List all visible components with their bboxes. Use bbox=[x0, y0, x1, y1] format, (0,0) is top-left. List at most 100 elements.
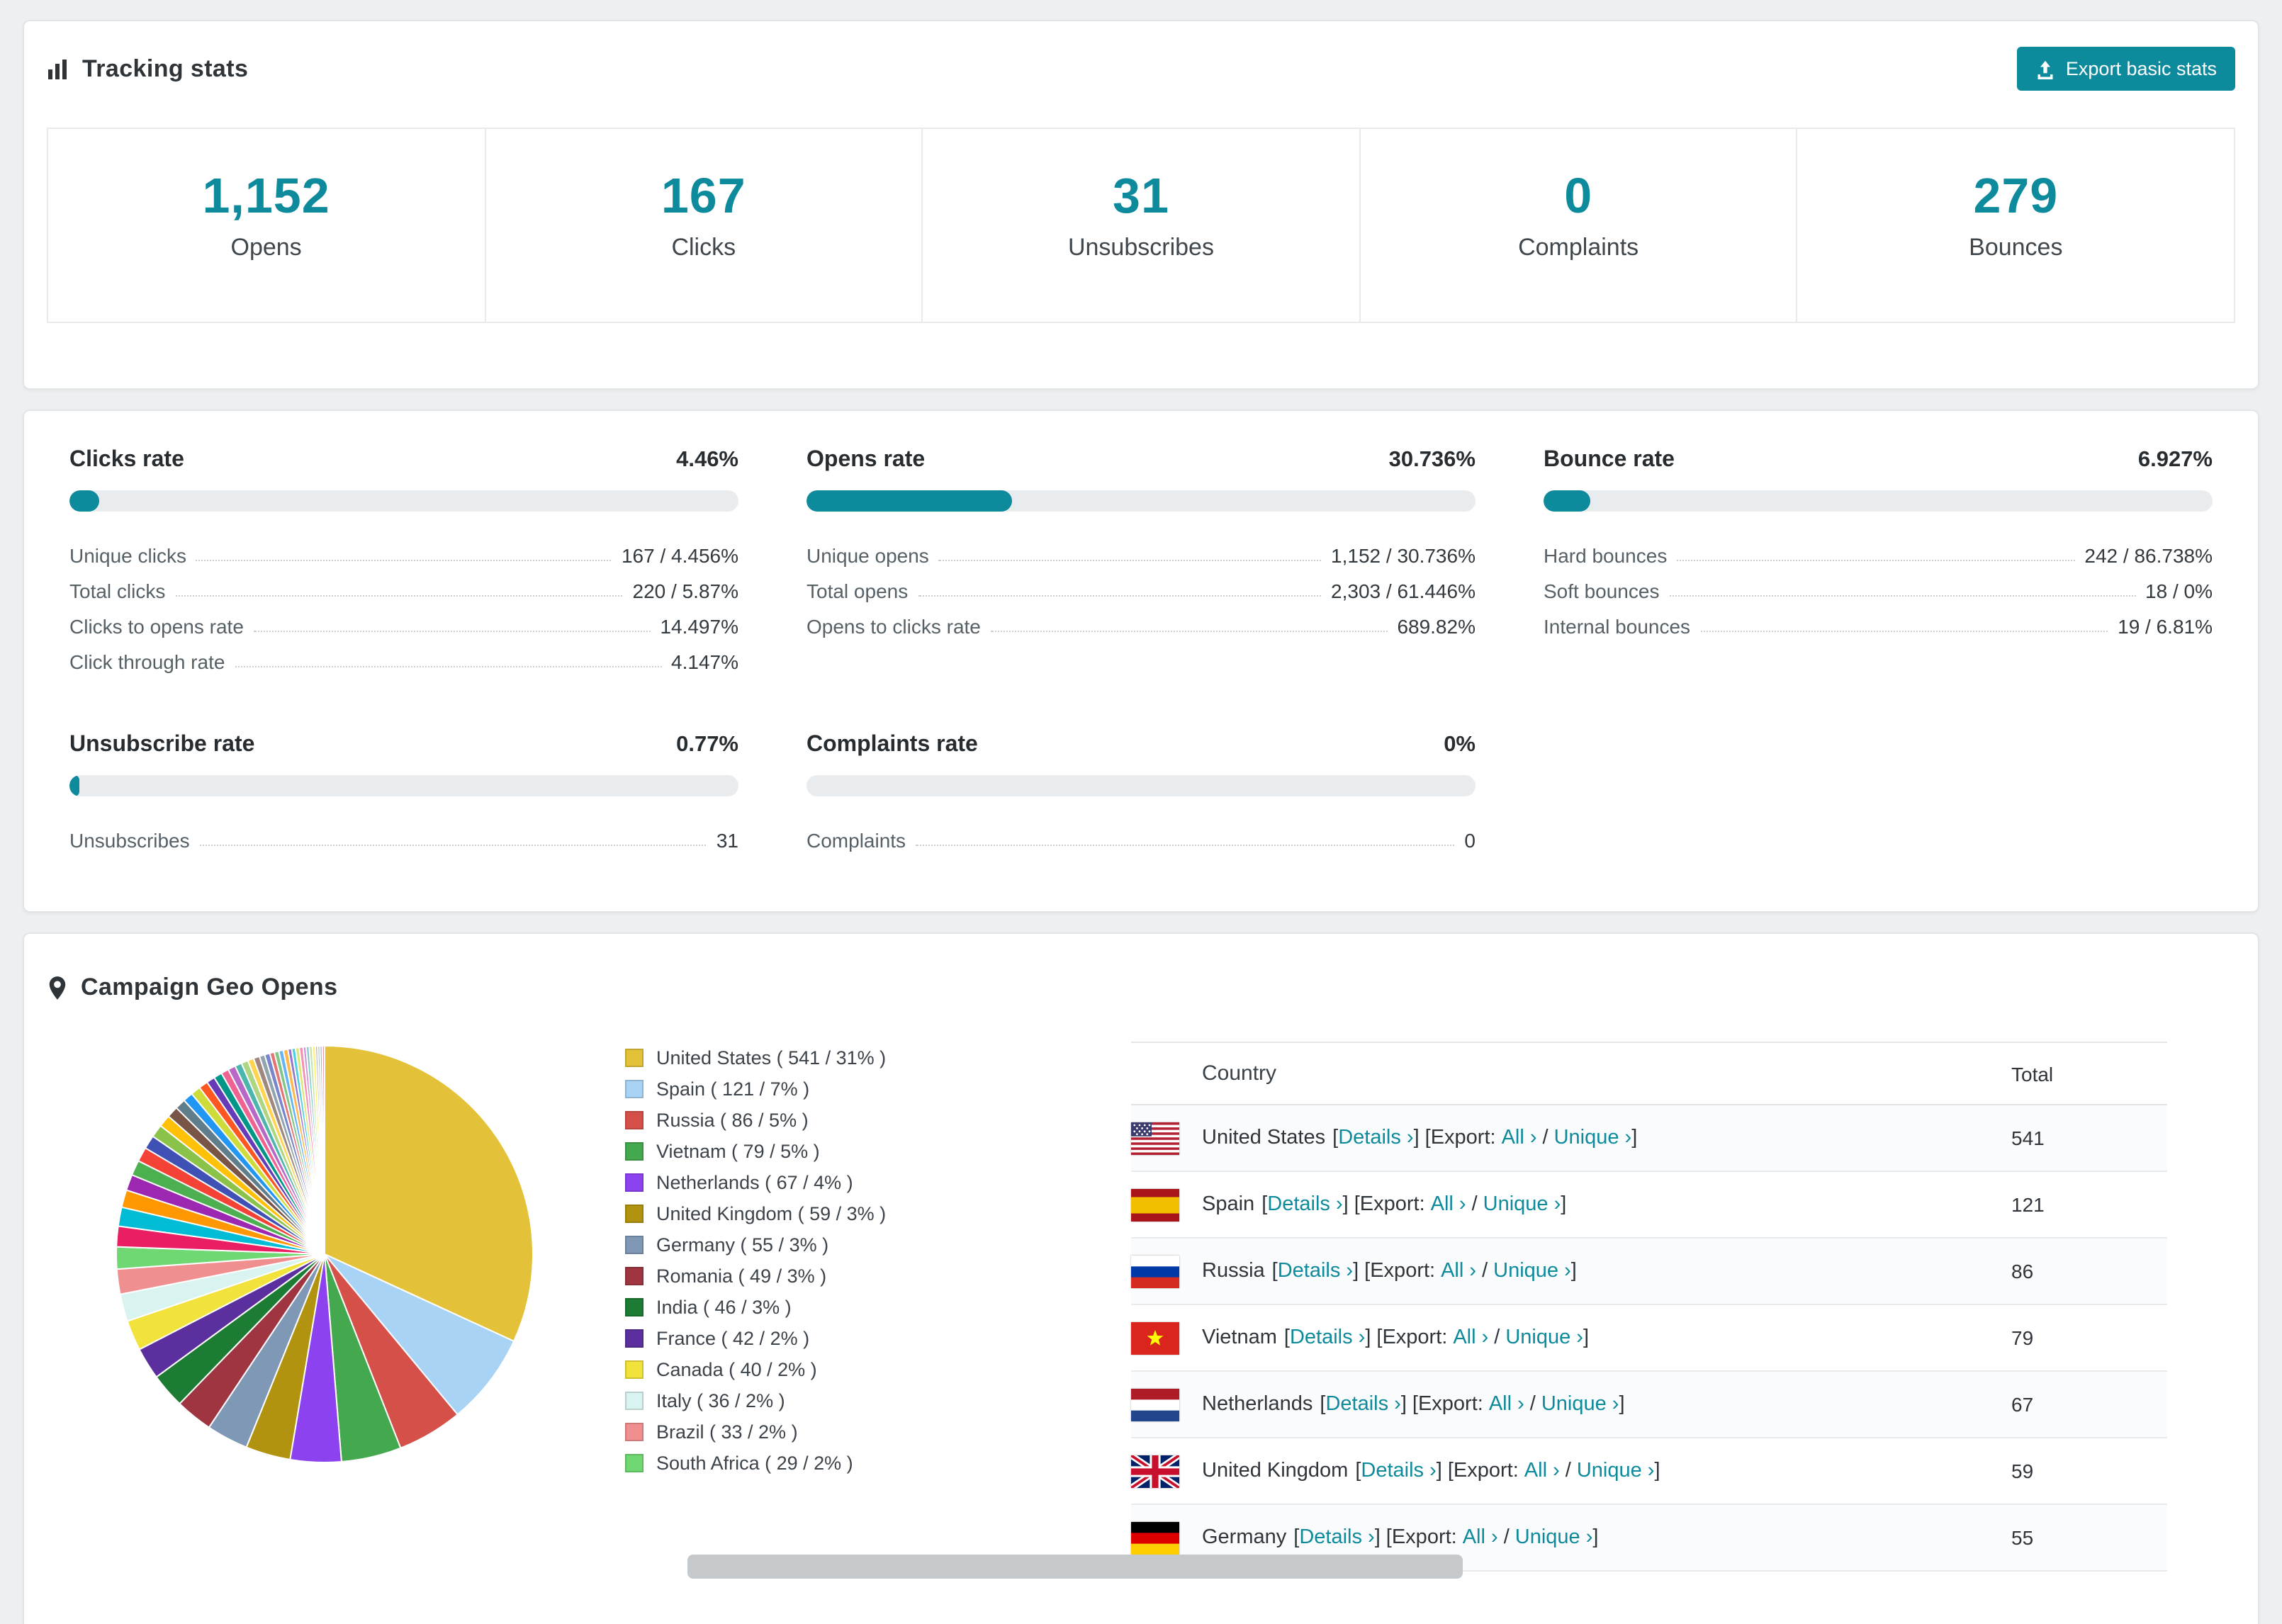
rate-value: 30.736% bbox=[1388, 448, 1476, 472]
rate-progress-track bbox=[69, 490, 738, 512]
rate-progress-track bbox=[1544, 490, 2213, 512]
geo-opens-pie-chart bbox=[116, 1044, 534, 1463]
export-all-link[interactable]: All › bbox=[1453, 1326, 1488, 1349]
export-unique-link[interactable]: Unique › bbox=[1541, 1393, 1619, 1416]
export-unique-link[interactable]: Unique › bbox=[1483, 1193, 1561, 1216]
legend-item[interactable]: United Kingdom ( 59 / 3% ) bbox=[625, 1203, 982, 1224]
country-total: 59 bbox=[2011, 1460, 2034, 1482]
details-link[interactable]: Details › bbox=[1299, 1526, 1374, 1549]
legend-swatch bbox=[625, 1236, 643, 1254]
legend-item[interactable]: Canada ( 40 / 2% ) bbox=[625, 1359, 982, 1380]
legend-item[interactable]: Brazil ( 33 / 2% ) bbox=[625, 1421, 982, 1443]
rate-progress-fill bbox=[1544, 490, 1590, 512]
legend-label: France ( 42 / 2% ) bbox=[656, 1328, 810, 1349]
stat-row-value: 2,303 / 61.446% bbox=[1331, 579, 1476, 602]
legend-swatch bbox=[625, 1454, 643, 1472]
legend-item[interactable]: India ( 46 / 3% ) bbox=[625, 1297, 982, 1318]
details-link[interactable]: Details › bbox=[1290, 1326, 1365, 1349]
country-name: Spain bbox=[1202, 1193, 1255, 1216]
country-cell: Netherlands [Details ›] [Export: All › / Uniq… bbox=[1202, 1393, 2011, 1416]
export-unique-link[interactable]: Unique › bbox=[1515, 1526, 1593, 1549]
country-total: 79 bbox=[2011, 1326, 2034, 1349]
export-unique-link[interactable]: Unique › bbox=[1554, 1127, 1632, 1149]
stat-value: 31 bbox=[1113, 169, 1169, 224]
export-label: Export: bbox=[1391, 1526, 1457, 1549]
map-pin-icon bbox=[47, 976, 68, 1000]
details-link[interactable]: Details › bbox=[1267, 1193, 1342, 1216]
legend-item[interactable]: Netherlands ( 67 / 4% ) bbox=[625, 1172, 982, 1193]
country-flag bbox=[1131, 1521, 1202, 1554]
details-link[interactable]: Details › bbox=[1325, 1393, 1400, 1416]
pie-chart-wrap bbox=[112, 1042, 537, 1572]
legend-item[interactable]: Russia ( 86 / 5% ) bbox=[625, 1110, 982, 1131]
legend-item[interactable]: United States ( 541 / 31% ) bbox=[625, 1047, 982, 1068]
rate-progress-fill bbox=[69, 490, 100, 512]
export-all-link[interactable]: All › bbox=[1489, 1393, 1524, 1416]
legend-swatch bbox=[625, 1423, 643, 1441]
details-link[interactable]: Details › bbox=[1361, 1460, 1436, 1482]
geo-title: Campaign Geo Opens bbox=[47, 974, 2235, 1002]
details-link[interactable]: Details › bbox=[1338, 1127, 1413, 1149]
legend-item[interactable]: South Africa ( 29 / 2% ) bbox=[625, 1453, 982, 1474]
stat-row-value: 0 bbox=[1464, 828, 1476, 851]
rate-progress-track bbox=[69, 775, 738, 796]
stat-label: Opens bbox=[230, 234, 302, 261]
legend-label: Italy ( 36 / 2% ) bbox=[656, 1390, 785, 1411]
legend-label: South Africa ( 29 / 2% ) bbox=[656, 1453, 853, 1474]
rate-rows: Unique opens 1,152 / 30.736% Total opens… bbox=[806, 537, 1476, 643]
country-cell: United States [Details ›] [Export: All › / Un… bbox=[1202, 1127, 2011, 1149]
export-unique-link[interactable]: Unique › bbox=[1493, 1260, 1571, 1282]
export-all-link[interactable]: All › bbox=[1502, 1127, 1537, 1149]
rate-progress-track bbox=[806, 775, 1476, 796]
legend-label: Canada ( 40 / 2% ) bbox=[656, 1359, 817, 1380]
rate-header: Unsubscribe rate 0.77% bbox=[69, 733, 738, 758]
stat-row-value: 220 / 5.87% bbox=[632, 579, 738, 602]
stat-row: Unique opens 1,152 / 30.736% bbox=[806, 537, 1476, 573]
legend-item[interactable]: Spain ( 121 / 7% ) bbox=[625, 1078, 982, 1100]
legend-item[interactable]: France ( 42 / 2% ) bbox=[625, 1328, 982, 1349]
bracket-close: ] bbox=[1400, 1393, 1407, 1416]
slash: / bbox=[1529, 1393, 1536, 1416]
legend-item[interactable]: Vietnam ( 79 / 5% ) bbox=[625, 1141, 982, 1162]
slash: / bbox=[1482, 1260, 1488, 1282]
dotted-leader bbox=[916, 844, 1455, 845]
export-unique-link[interactable]: Unique › bbox=[1505, 1326, 1583, 1349]
bracket-close: ] bbox=[1583, 1326, 1590, 1349]
stat-value: 0 bbox=[1564, 169, 1593, 224]
rates-card: Clicks rate 4.46% Unique clicks 167 / 4.… bbox=[23, 410, 2259, 913]
stat-row-label: Clicks to opens rate bbox=[69, 614, 244, 637]
export-all-link[interactable]: All › bbox=[1463, 1526, 1498, 1549]
export-label: Export: bbox=[1453, 1460, 1519, 1482]
rate-value: 0% bbox=[1444, 733, 1476, 757]
legend-item[interactable]: Germany ( 55 / 3% ) bbox=[625, 1234, 982, 1256]
export-unique-link[interactable]: Unique › bbox=[1577, 1460, 1655, 1482]
legend-label: Germany ( 55 / 3% ) bbox=[656, 1234, 829, 1256]
legend-item[interactable]: Romania ( 49 / 3% ) bbox=[625, 1265, 982, 1287]
stat-cell: 31 Unsubscribes bbox=[921, 128, 1361, 323]
rate-title: Opens rate bbox=[806, 448, 926, 472]
legend-label: Romania ( 49 / 3% ) bbox=[656, 1265, 827, 1287]
tracking-stats-header: Tracking stats Export basic stats bbox=[24, 21, 2258, 91]
country-total: 67 bbox=[2011, 1393, 2034, 1416]
country-name: United Kingdom bbox=[1202, 1460, 1349, 1482]
country-total: 541 bbox=[2011, 1127, 2045, 1149]
country-flag bbox=[1131, 1188, 1202, 1221]
page: Tracking stats Export basic stats 1,152 … bbox=[0, 0, 2282, 1624]
legend-swatch bbox=[625, 1142, 643, 1161]
horizontal-scrollbar-thumb[interactable] bbox=[687, 1555, 1463, 1579]
stat-label: Complaints bbox=[1518, 234, 1639, 261]
legend-item[interactable]: Italy ( 36 / 2% ) bbox=[625, 1390, 982, 1411]
details-link[interactable]: Details › bbox=[1278, 1260, 1353, 1282]
rate-section: Opens rate 30.736% Unique opens 1,152 / … bbox=[806, 448, 1476, 679]
export-all-link[interactable]: All › bbox=[1431, 1193, 1466, 1216]
export-all-link[interactable]: All › bbox=[1524, 1460, 1560, 1482]
stat-row: Unique clicks 167 / 4.456% bbox=[69, 537, 738, 573]
legend-swatch bbox=[625, 1111, 643, 1129]
export-all-link[interactable]: All › bbox=[1441, 1260, 1476, 1282]
export-label: Export: bbox=[1430, 1127, 1496, 1149]
stat-row: Complaints 0 bbox=[806, 822, 1476, 857]
stat-row-value: 31 bbox=[716, 828, 738, 851]
export-basic-stats-button[interactable]: Export basic stats bbox=[2017, 47, 2235, 91]
stat-label: Clicks bbox=[671, 234, 736, 261]
geo-title-text: Campaign Geo Opens bbox=[81, 974, 338, 1000]
